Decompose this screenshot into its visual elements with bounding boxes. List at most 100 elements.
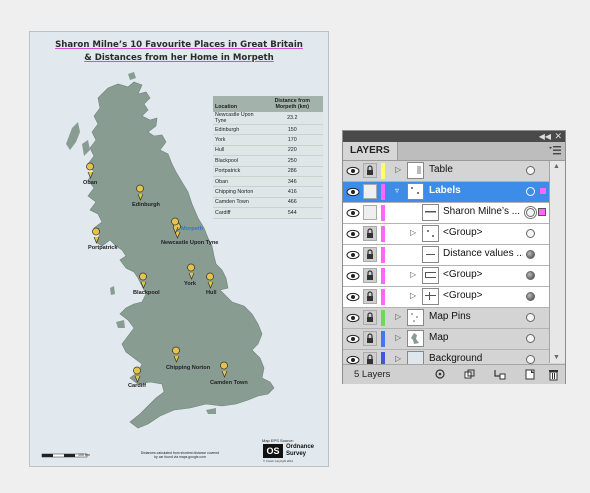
layer-thumbnail: [407, 162, 424, 179]
expand-arrow-icon[interactable]: ▷: [410, 291, 416, 300]
layer-name[interactable]: Labels: [429, 185, 461, 196]
footer-note: Distances calculated from shortest dista…: [140, 451, 220, 459]
selection-indicator-icon[interactable]: [540, 188, 546, 194]
table-cell-distance: 286: [261, 166, 323, 177]
new-layer-icon[interactable]: [523, 368, 536, 381]
visibility-eye-icon[interactable]: [346, 270, 360, 282]
os-brand: Ordnance Survey: [286, 444, 314, 457]
make-clipping-mask-icon[interactable]: [463, 368, 476, 381]
lock-icon[interactable]: [363, 247, 377, 262]
expand-arrow-icon[interactable]: ▷: [395, 354, 401, 363]
layer-color-swatch: [381, 268, 385, 284]
lock-icon[interactable]: [363, 163, 377, 178]
layer-row-group[interactable]: ▷ <Group>: [343, 266, 549, 287]
target-circle-icon[interactable]: [526, 166, 535, 175]
table-cell-distance: 170: [261, 134, 323, 146]
scroll-up-icon[interactable]: ▲: [553, 163, 560, 170]
panel-titlebar[interactable]: ◀◀ ✕: [343, 131, 565, 142]
table-cell-location: Hull: [213, 145, 262, 157]
close-panel-icon[interactable]: ✕: [554, 131, 562, 142]
layers-panel: ◀◀ ✕ LAYERS ▷ Table ▿ Labels Sharon Miln…: [342, 130, 566, 384]
anglesey: [116, 320, 125, 328]
visibility-eye-icon[interactable]: [346, 186, 360, 198]
os-brand-line2: Survey: [286, 450, 307, 457]
visibility-eye-icon[interactable]: [346, 291, 360, 303]
target-circle-icon[interactable]: [526, 313, 535, 322]
distance-table: Location Distance from Morpeth (km) Newc…: [213, 96, 323, 219]
layer-name[interactable]: Sharon Milne’s ...: [443, 206, 523, 217]
locate-object-icon[interactable]: [434, 368, 447, 381]
layer-row-labels[interactable]: ▿ Labels: [343, 182, 549, 203]
selection-square-icon[interactable]: [538, 208, 546, 216]
visibility-eye-icon[interactable]: [346, 207, 360, 219]
target-circle-icon[interactable]: [526, 355, 535, 364]
table-cell-distance: 346: [261, 176, 323, 188]
label-newcastle: Newcastle Upon Tyne: [161, 240, 219, 246]
expand-arrow-icon[interactable]: ▷: [410, 228, 416, 237]
panel-menu-icon[interactable]: [549, 145, 561, 156]
layer-row-table[interactable]: ▷ Table: [343, 161, 549, 182]
collapse-arrow-icon[interactable]: ▿: [395, 186, 399, 195]
os-logo-icon: OS: [263, 444, 283, 458]
tab-layers[interactable]: LAYERS: [343, 142, 398, 160]
visibility-eye-icon[interactable]: [346, 312, 360, 324]
target-circle-icon[interactable]: [526, 334, 535, 343]
label-blackpool: Blackpool: [133, 290, 160, 296]
target-circle-icon[interactable]: [526, 271, 535, 280]
expand-arrow-icon[interactable]: ▷: [395, 333, 401, 342]
lock-icon[interactable]: [363, 226, 377, 241]
target-circle-icon[interactable]: [526, 208, 535, 217]
layer-name[interactable]: <Group>: [443, 290, 482, 301]
layer-thumbnail: [407, 330, 424, 347]
orkney-islands: [128, 72, 136, 80]
lock-toggle-empty[interactable]: [363, 205, 377, 220]
visibility-eye-icon[interactable]: [346, 249, 360, 261]
label-edinburgh: Edinburgh: [132, 202, 160, 208]
layer-thumbnail: [407, 183, 424, 200]
label-york: York: [184, 281, 197, 287]
layer-name[interactable]: Background: [429, 353, 482, 364]
lock-toggle-empty[interactable]: [363, 184, 377, 199]
layer-name[interactable]: Map Pins: [429, 311, 471, 322]
target-circle-icon[interactable]: [526, 292, 535, 301]
layer-row-distance-values[interactable]: Distance values ...: [343, 245, 549, 266]
layer-row-title-text[interactable]: Sharon Milne’s ...: [343, 203, 549, 224]
target-circle-icon[interactable]: [526, 187, 535, 196]
layer-name[interactable]: <Group>: [443, 227, 482, 238]
layers-scrollbar[interactable]: ▲ ▼: [549, 161, 565, 363]
lock-icon[interactable]: [363, 268, 377, 283]
scroll-down-icon[interactable]: ▼: [553, 354, 560, 361]
lock-icon[interactable]: [363, 310, 377, 325]
table-header-location: Location: [213, 96, 262, 112]
layer-color-swatch: [381, 247, 385, 263]
expand-arrow-icon[interactable]: ▷: [410, 270, 416, 279]
visibility-eye-icon[interactable]: [346, 165, 360, 177]
scale-label: 100 km: [78, 453, 90, 457]
layer-row-group[interactable]: ▷ <Group>: [343, 287, 549, 308]
layer-count: 5 Layers: [354, 369, 391, 380]
table-row: Blackpool 250: [213, 155, 323, 167]
layer-row-group[interactable]: ▷ <Group>: [343, 224, 549, 245]
expand-arrow-icon[interactable]: ▷: [395, 165, 401, 174]
visibility-eye-icon[interactable]: [346, 228, 360, 240]
visibility-eye-icon[interactable]: [346, 333, 360, 345]
layer-name[interactable]: Table: [429, 164, 453, 175]
lock-icon[interactable]: [363, 331, 377, 346]
collapse-panel-icon[interactable]: ◀◀: [539, 131, 551, 142]
lock-icon[interactable]: [363, 289, 377, 304]
table-header-row: Location Distance from Morpeth (km): [213, 96, 323, 112]
target-circle-icon[interactable]: [526, 229, 535, 238]
table-row: Edinburgh 150: [213, 124, 323, 136]
layer-row-map[interactable]: ▷ Map: [343, 329, 549, 350]
layer-color-swatch: [381, 205, 385, 221]
delete-layer-icon[interactable]: [547, 368, 560, 381]
expand-arrow-icon[interactable]: ▷: [395, 312, 401, 321]
layer-name[interactable]: Distance values ...: [443, 248, 523, 259]
layer-name[interactable]: Map: [429, 332, 448, 343]
layer-thumbnail: [422, 225, 439, 242]
isle-of-wight: [206, 408, 216, 414]
new-sublayer-icon[interactable]: [493, 368, 506, 381]
layer-row-map-pins[interactable]: ▷ Map Pins: [343, 308, 549, 329]
layer-name[interactable]: <Group>: [443, 269, 482, 280]
target-circle-icon[interactable]: [526, 250, 535, 259]
